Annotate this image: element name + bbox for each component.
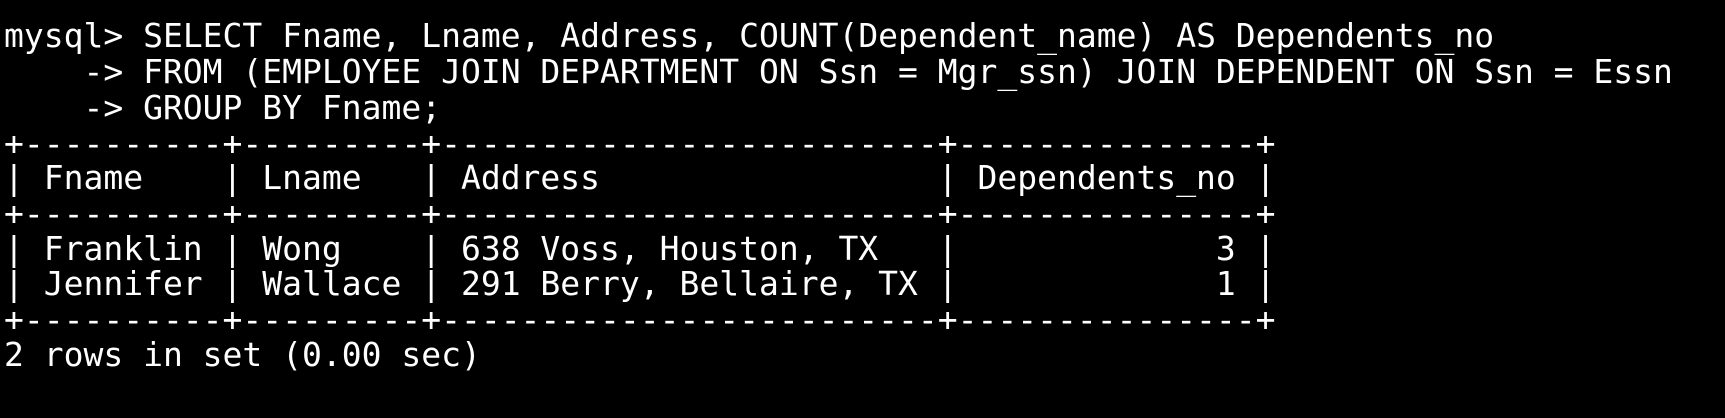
mysql-prompt: mysql> — [4, 16, 144, 55]
table-border-bottom: +----------+---------+------------------… — [4, 300, 1276, 339]
terminal-window[interactable]: mysql> SELECT Fname, Lname, Address, COU… — [0, 0, 1725, 418]
status-line: 2 rows in set (0.00 sec) — [4, 335, 481, 374]
query-line-1: mysql> SELECT Fname, Lname, Address, COU… — [4, 16, 1494, 56]
table-row: | Jennifer | Wallace | 291 Berry, Bellai… — [4, 264, 1276, 303]
query-text: SELECT Fname, Lname, Address, COUNT(Depe… — [143, 16, 1495, 55]
table-border-mid: +----------+---------+------------------… — [4, 194, 1276, 233]
query-line-2: -> FROM (EMPLOYEE JOIN DEPARTMENT ON Ssn… — [4, 52, 1673, 91]
table-row: | Franklin | Wong | 638 Voss, Houston, T… — [4, 229, 1276, 268]
query-line-3: -> GROUP BY Fname; — [4, 88, 442, 127]
table-header-row: | Fname | Lname | Address | Dependents_n… — [4, 158, 1276, 197]
